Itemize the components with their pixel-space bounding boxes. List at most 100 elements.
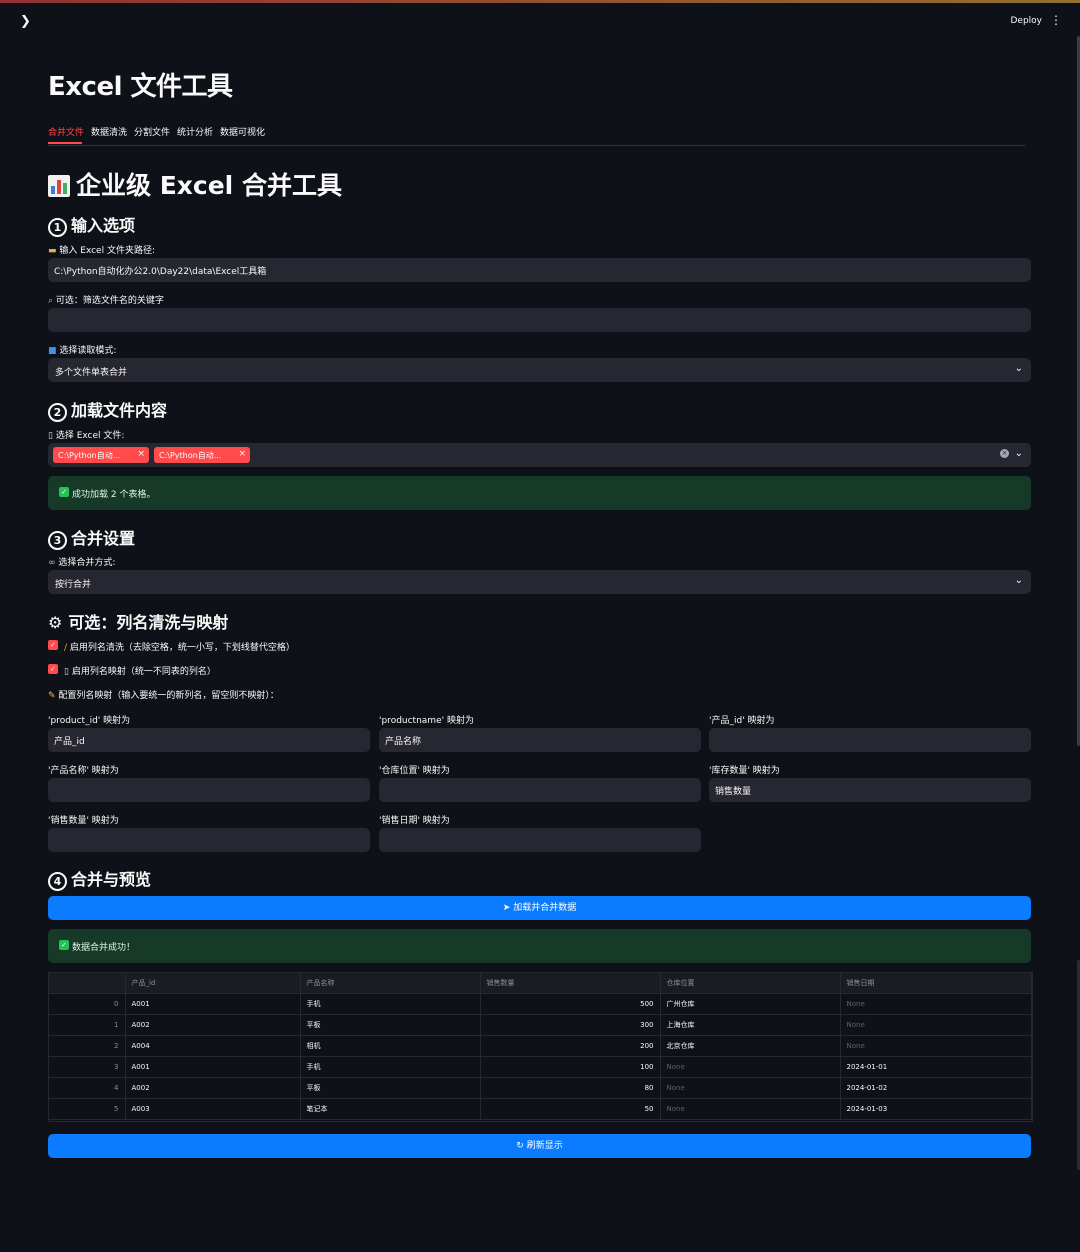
mapping-input-productname[interactable] bbox=[379, 728, 701, 752]
table-cell[interactable]: 平板 bbox=[300, 1014, 481, 1036]
folder-path-label: ▬ 输入 Excel 文件夹路径: bbox=[48, 246, 155, 256]
preview-table[interactable]: 产品_id 产品名称 销售数量 仓库位置 销售日期 0 A001 手机 500 … bbox=[48, 972, 1033, 1122]
table-cell[interactable]: 手机 bbox=[300, 1056, 481, 1078]
refresh-button[interactable]: ↻ 刷新显示 bbox=[48, 1134, 1031, 1158]
mapping-text[interactable] bbox=[48, 779, 354, 803]
keyword-field[interactable] bbox=[48, 308, 1031, 333]
table-cell[interactable]: A001 bbox=[125, 993, 301, 1015]
mapping-input-sales-date[interactable] bbox=[379, 828, 701, 853]
mapping-input-chanpin-id[interactable] bbox=[709, 728, 1031, 753]
table-cell[interactable]: 300 bbox=[480, 1014, 661, 1036]
mapping-text[interactable] bbox=[379, 829, 685, 853]
top-decoration bbox=[0, 0, 1080, 3]
mode-select[interactable]: 多个文件单表合并 ⌄ bbox=[48, 358, 1031, 382]
table-cell[interactable]: 2024-01-03 bbox=[840, 1098, 1032, 1120]
table-cell[interactable]: 100 bbox=[480, 1056, 661, 1078]
mapping-label: 'product_id' 映射为 bbox=[48, 716, 131, 726]
column-header[interactable]: 销售日期 bbox=[840, 973, 1032, 994]
table-cell[interactable]: 200 bbox=[480, 1035, 661, 1057]
chevron-down-icon[interactable]: ⌄ bbox=[1015, 363, 1023, 374]
files-label: ▯ 选择 Excel 文件: bbox=[48, 431, 125, 441]
table-cell[interactable]: 笔记本 bbox=[300, 1098, 481, 1120]
table-cell[interactable]: 手机 bbox=[300, 993, 481, 1015]
checkbox-clean-names[interactable]: ✓ bbox=[48, 640, 58, 650]
mapping-text[interactable] bbox=[709, 729, 1015, 753]
mapping-input-product-id[interactable] bbox=[48, 728, 370, 752]
table-cell[interactable]: None bbox=[660, 1056, 841, 1078]
mapping-label: '产品名称' 映射为 bbox=[48, 766, 119, 776]
clear-all-icon[interactable]: × bbox=[1000, 449, 1009, 458]
table-cell[interactable]: A002 bbox=[125, 1077, 301, 1099]
table-cell[interactable]: None bbox=[840, 993, 1032, 1015]
table-cell[interactable]: 2024-01-01 bbox=[840, 1056, 1032, 1078]
table-cell[interactable]: 北京仓库 bbox=[660, 1035, 841, 1057]
mapping-text[interactable] bbox=[48, 829, 354, 853]
sidebar-expand-icon[interactable]: ❯ bbox=[20, 14, 31, 29]
mapping-text[interactable] bbox=[379, 779, 685, 803]
table-cell[interactable]: None bbox=[660, 1077, 841, 1099]
chevron-down-icon[interactable]: ⌄ bbox=[1015, 575, 1023, 586]
number-2-icon: 2 bbox=[48, 403, 67, 422]
table-cell[interactable]: 50 bbox=[480, 1098, 661, 1120]
column-header[interactable] bbox=[49, 973, 126, 994]
column-header[interactable]: 销售数量 bbox=[480, 973, 661, 994]
files-multiselect[interactable]: C:\Python自动... × C:\Python自动... × × ⌄ bbox=[48, 443, 1031, 467]
table-cell[interactable]: A004 bbox=[125, 1035, 301, 1057]
table-cell[interactable]: 广州仓库 bbox=[660, 993, 841, 1015]
tab-data-cleaning[interactable]: 数据清洗 bbox=[91, 125, 127, 138]
mapping-text[interactable] bbox=[709, 778, 1015, 802]
column-header[interactable]: 产品_id bbox=[125, 973, 301, 994]
row-index: 5 bbox=[49, 1098, 126, 1120]
deploy-button[interactable]: Deploy bbox=[1010, 16, 1042, 26]
mapping-label: '销售数量' 映射为 bbox=[48, 816, 119, 826]
table-cell[interactable]: A001 bbox=[125, 1056, 301, 1078]
folder-path-field[interactable] bbox=[48, 258, 1031, 282]
number-3-icon: 3 bbox=[48, 531, 67, 550]
table-cell[interactable]: 500 bbox=[480, 993, 661, 1015]
keyword-input[interactable] bbox=[48, 309, 982, 333]
tab-visualization[interactable]: 数据可视化 bbox=[220, 125, 265, 138]
mapping-text[interactable] bbox=[379, 728, 685, 752]
mapping-label: '产品_id' 映射为 bbox=[709, 716, 775, 726]
mapping-hint: ✎ 配置列名映射（输入要统一的新列名，留空则不映射）： bbox=[48, 691, 279, 701]
mapping-input-sales-qty[interactable] bbox=[48, 828, 370, 853]
mapping-input-warehouse[interactable] bbox=[379, 778, 701, 803]
table-cell[interactable]: A002 bbox=[125, 1014, 301, 1036]
table-cell[interactable]: 2024-01-02 bbox=[840, 1077, 1032, 1099]
mapping-text[interactable] bbox=[48, 728, 354, 752]
column-header[interactable]: 产品名称 bbox=[300, 973, 481, 994]
table-cell[interactable]: 平板 bbox=[300, 1077, 481, 1099]
method-label: ∞ 选择合并方式: bbox=[48, 558, 116, 568]
table-cell[interactable]: None bbox=[840, 1035, 1032, 1057]
bar-chart-icon bbox=[48, 175, 70, 197]
table-cell[interactable]: 80 bbox=[480, 1077, 661, 1099]
mapping-input-stock[interactable] bbox=[709, 778, 1031, 802]
mapping-input-product-name-cn[interactable] bbox=[48, 778, 370, 803]
number-1-icon: 1 bbox=[48, 218, 67, 237]
table-cell[interactable]: 相机 bbox=[300, 1035, 481, 1057]
folder-path-input[interactable] bbox=[48, 258, 982, 282]
file-chip[interactable]: C:\Python自动... × bbox=[154, 447, 250, 463]
checkbox-map-names[interactable]: ✓ bbox=[48, 664, 58, 674]
document-icon: ▯ bbox=[48, 431, 53, 441]
file-chip[interactable]: C:\Python自动... × bbox=[53, 447, 149, 463]
table-cell[interactable]: A003 bbox=[125, 1098, 301, 1120]
table-row: 0 A001 手机 500 广州仓库 None bbox=[49, 993, 1032, 1015]
load-merge-button[interactable]: ➤ 加载并合并数据 bbox=[48, 896, 1031, 920]
tab-split-files[interactable]: 分割文件 bbox=[134, 125, 170, 138]
column-header[interactable]: 仓库位置 bbox=[660, 973, 841, 994]
broom-icon: ∕ bbox=[64, 643, 68, 653]
method-select[interactable]: 按行合并 ⌄ bbox=[48, 570, 1031, 594]
table-cell[interactable]: None bbox=[840, 1014, 1032, 1036]
table-cell[interactable]: 上海仓库 bbox=[660, 1014, 841, 1036]
mapping-label: '仓库位置' 映射为 bbox=[379, 766, 450, 776]
main-menu-icon[interactable]: ⋮ bbox=[1050, 13, 1062, 27]
chevron-down-icon[interactable]: ⌄ bbox=[1015, 448, 1023, 459]
app-title: Excel 文件工具 bbox=[48, 72, 233, 102]
chip-remove-icon[interactable]: × bbox=[238, 449, 246, 459]
table-cell[interactable]: None bbox=[660, 1098, 841, 1120]
chip-remove-icon[interactable]: × bbox=[137, 449, 145, 459]
tab-statistics[interactable]: 统计分析 bbox=[177, 125, 213, 138]
gear-icon: ⚙ bbox=[48, 613, 63, 632]
tab-merge-files[interactable]: 合并文件 bbox=[48, 125, 84, 138]
